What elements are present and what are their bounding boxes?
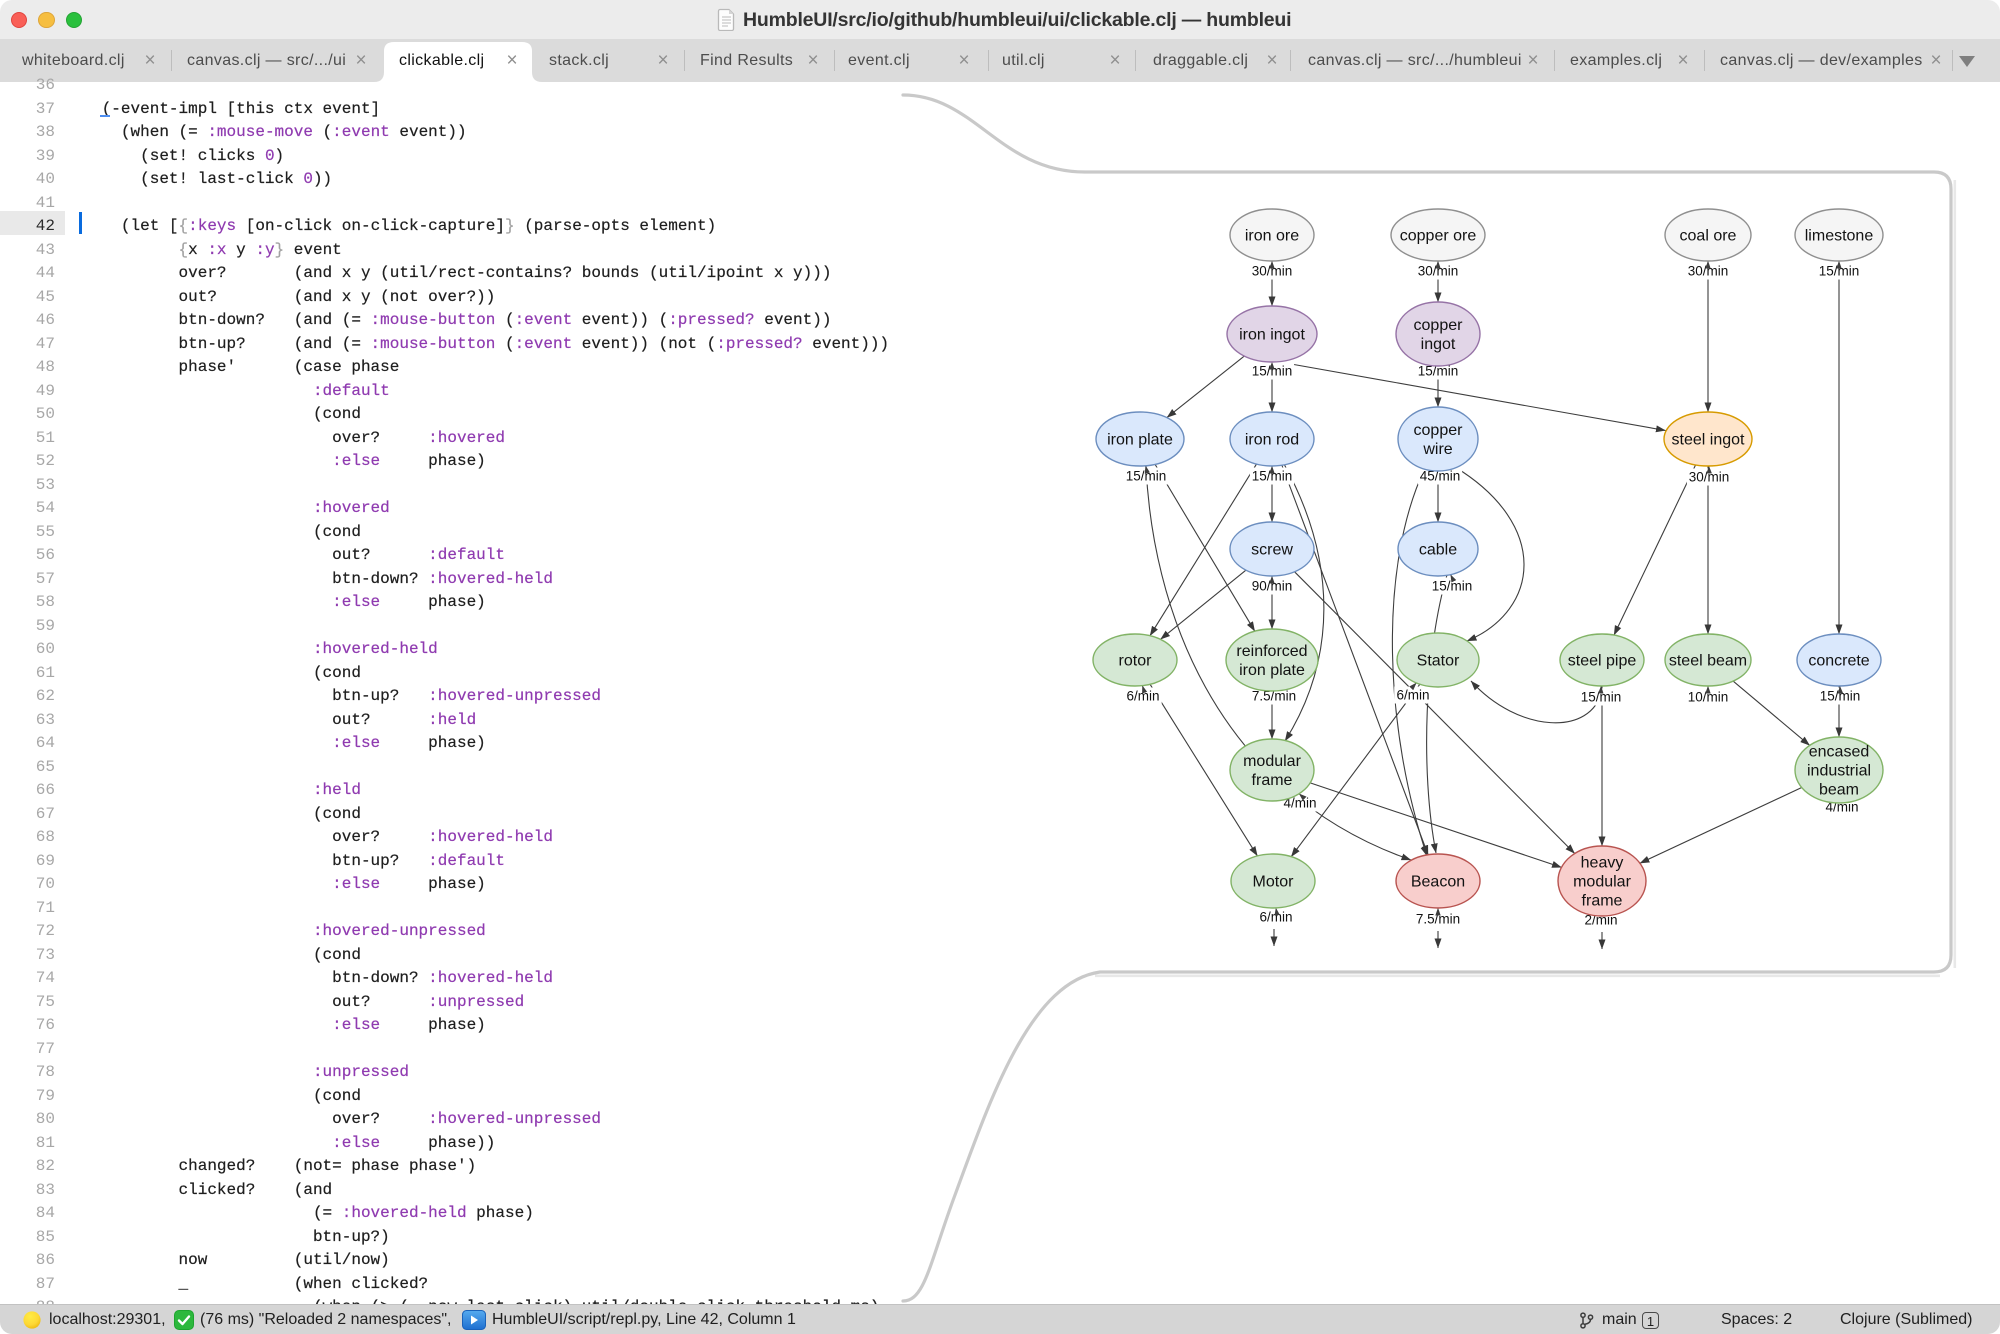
svg-text:encased: encased xyxy=(1809,744,1870,761)
svg-text:6/min: 6/min xyxy=(1126,689,1159,704)
svg-text:industrial: industrial xyxy=(1807,763,1871,780)
svg-text:iron plate: iron plate xyxy=(1107,432,1173,449)
svg-text:15/min: 15/min xyxy=(1252,469,1293,484)
svg-text:frame: frame xyxy=(1252,772,1293,789)
svg-text:steel pipe: steel pipe xyxy=(1568,653,1637,670)
svg-text:limestone: limestone xyxy=(1805,228,1874,245)
svg-text:15/min: 15/min xyxy=(1252,364,1293,379)
svg-text:cable: cable xyxy=(1419,542,1457,559)
svg-text:15/min: 15/min xyxy=(1819,264,1860,279)
svg-text:screw: screw xyxy=(1251,542,1293,559)
svg-text:15/min: 15/min xyxy=(1581,690,1622,705)
svg-text:10/min: 10/min xyxy=(1688,690,1729,705)
svg-text:6/min: 6/min xyxy=(1396,688,1429,703)
svg-text:4/min: 4/min xyxy=(1825,800,1858,815)
svg-text:modular: modular xyxy=(1573,874,1631,891)
svg-text:15/min: 15/min xyxy=(1820,689,1861,704)
svg-text:concrete: concrete xyxy=(1808,653,1869,670)
svg-text:frame: frame xyxy=(1582,893,1623,910)
svg-text:copper: copper xyxy=(1414,422,1464,439)
svg-text:4/min: 4/min xyxy=(1283,796,1316,811)
svg-text:Beacon: Beacon xyxy=(1411,874,1465,891)
svg-text:7.5/min: 7.5/min xyxy=(1416,912,1460,927)
svg-text:ingot: ingot xyxy=(1421,336,1456,353)
svg-text:90/min: 90/min xyxy=(1252,579,1293,594)
svg-text:30/min: 30/min xyxy=(1252,264,1293,279)
svg-text:reinforced: reinforced xyxy=(1236,643,1307,660)
svg-text:iron ore: iron ore xyxy=(1245,228,1299,245)
svg-text:beam: beam xyxy=(1819,782,1859,799)
svg-text:rotor: rotor xyxy=(1119,653,1153,670)
svg-text:45/min: 45/min xyxy=(1420,469,1461,484)
svg-text:iron plate: iron plate xyxy=(1239,662,1305,679)
svg-text:steel ingot: steel ingot xyxy=(1672,432,1745,449)
svg-text:heavy: heavy xyxy=(1581,855,1624,872)
svg-text:steel beam: steel beam xyxy=(1669,653,1747,670)
svg-text:15/min: 15/min xyxy=(1432,579,1473,594)
svg-text:copper: copper xyxy=(1414,317,1464,334)
svg-text:Stator: Stator xyxy=(1417,653,1460,670)
svg-text:modular: modular xyxy=(1243,753,1301,770)
svg-text:15/min: 15/min xyxy=(1418,364,1459,379)
svg-text:30/min: 30/min xyxy=(1418,264,1459,279)
svg-text:15/min: 15/min xyxy=(1126,469,1167,484)
svg-text:iron ingot: iron ingot xyxy=(1239,327,1305,344)
svg-text:Motor: Motor xyxy=(1253,874,1295,891)
svg-text:copper ore: copper ore xyxy=(1400,228,1477,245)
svg-text:coal ore: coal ore xyxy=(1680,228,1737,245)
svg-text:30/min: 30/min xyxy=(1688,264,1729,279)
svg-text:30/min: 30/min xyxy=(1689,470,1730,485)
svg-text:wire: wire xyxy=(1422,441,1452,458)
svg-text:iron rod: iron rod xyxy=(1245,432,1299,449)
svg-text:6/min: 6/min xyxy=(1259,910,1292,925)
svg-text:2/min: 2/min xyxy=(1584,913,1617,928)
svg-text:7.5/min: 7.5/min xyxy=(1252,689,1296,704)
